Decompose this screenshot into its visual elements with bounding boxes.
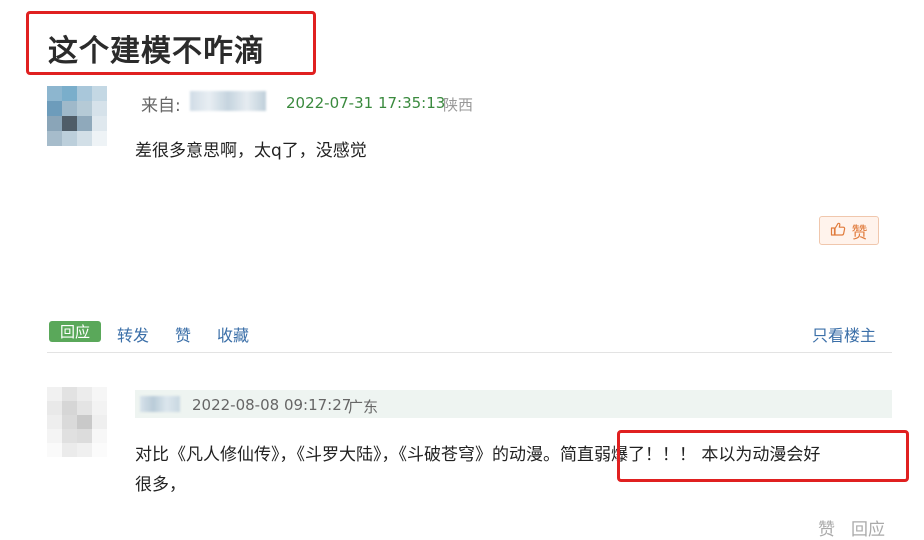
divider	[47, 352, 892, 353]
from-label: 来自:	[141, 96, 181, 116]
avatar-pixel	[92, 401, 107, 415]
reply-reply-link[interactable]: 回应	[851, 515, 885, 540]
reply-text-part-1: 对比《凡人修仙传》，《斗罗大陆》，《斗破苍穹》的动漫。	[135, 445, 560, 465]
avatar-pixel	[47, 401, 62, 415]
avatar-pixel	[47, 443, 62, 457]
avatar-pixel	[92, 86, 107, 101]
avatar[interactable]	[47, 86, 107, 146]
post-content: 差很多意思啊，太q了，没感觉	[135, 141, 367, 161]
avatar-pixel	[77, 429, 92, 443]
op-only-link[interactable]: 只看楼主	[812, 322, 876, 346]
avatar-pixel	[77, 443, 92, 457]
post-datetime: 2022-07-31 17:35:13	[286, 94, 446, 112]
title-highlight-box	[26, 11, 316, 75]
avatar-pixel	[62, 415, 77, 429]
reply-username-blurred[interactable]	[140, 396, 180, 412]
avatar-pixel	[62, 86, 77, 101]
avatar-pixel	[47, 86, 62, 101]
avatar-pixel	[77, 415, 92, 429]
forward-link[interactable]: 转发	[117, 322, 149, 346]
avatar-pixel	[62, 429, 77, 443]
avatar-pixel	[47, 116, 62, 131]
avatar-pixel	[47, 429, 62, 443]
reply-location: 广东	[348, 398, 379, 416]
username-blurred[interactable]	[190, 91, 266, 111]
avatar-pixel	[62, 101, 77, 116]
avatar-pixel	[62, 116, 77, 131]
post-location: 陕西	[443, 96, 474, 114]
like-button[interactable]: 赞	[819, 216, 879, 245]
avatar-pixel	[77, 387, 92, 401]
avatar-pixel	[47, 131, 62, 146]
avatar-pixel	[47, 387, 62, 401]
avatar-pixel	[62, 443, 77, 457]
avatar-pixel	[92, 116, 107, 131]
avatar-pixel	[92, 387, 107, 401]
avatar-pixel	[47, 415, 62, 429]
avatar-pixel	[92, 429, 107, 443]
reply-datetime: 2022-08-08 09:17:27	[192, 396, 352, 414]
like-button-label: 赞	[851, 222, 868, 242]
favorite-link[interactable]: 收藏	[217, 322, 249, 346]
like-link[interactable]: 赞	[175, 322, 191, 346]
reply-tab[interactable]: 回应	[49, 321, 101, 342]
avatar-pixel	[77, 401, 92, 415]
avatar-pixel	[62, 387, 77, 401]
avatar-pixel	[92, 415, 107, 429]
avatar-pixel	[92, 443, 107, 457]
avatar-pixel	[92, 131, 107, 146]
reply-highlight-box	[617, 430, 909, 482]
reply-avatar[interactable]	[47, 387, 107, 457]
avatar-pixel	[47, 101, 62, 116]
avatar-pixel	[77, 116, 92, 131]
avatar-pixel	[62, 401, 77, 415]
reply-like-link[interactable]: 赞	[818, 515, 835, 540]
avatar-pixel	[77, 86, 92, 101]
avatar-pixel	[62, 131, 77, 146]
avatar-pixel	[77, 101, 92, 116]
thumbs-up-icon	[830, 221, 846, 241]
avatar-pixel	[77, 131, 92, 146]
reply-content-line-2: 很多，	[135, 475, 186, 495]
avatar-pixel	[92, 101, 107, 116]
